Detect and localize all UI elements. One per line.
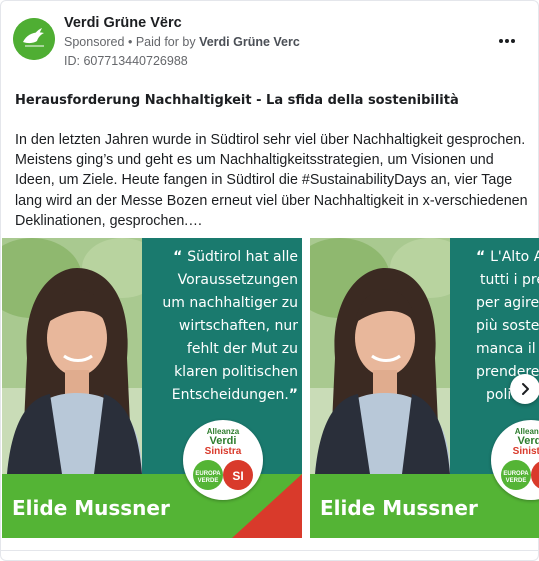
open-quote-icon: “ xyxy=(173,249,188,265)
carousel-next-button[interactable] xyxy=(510,374,539,404)
ad-card: Verdi Grüne Vërc Sponsored • Paid for by… xyxy=(0,0,539,561)
quote-line: L'Alto A xyxy=(490,249,539,265)
quote-line: più sosten xyxy=(476,318,539,334)
ad-id: ID: 607713440726988 xyxy=(64,54,188,68)
post-headline: Herausforderung Nachhaltigkeit - La sfid… xyxy=(15,93,459,108)
logo-line3: Sinistra xyxy=(513,446,539,457)
logo-si: SI xyxy=(232,469,243,483)
logo-verde: VERDE xyxy=(506,478,527,484)
more-horizontal-icon xyxy=(499,39,503,43)
more-options-button[interactable] xyxy=(495,31,519,51)
candidate-name: Elide Mussner xyxy=(320,496,478,520)
logo-europa: EUROPA xyxy=(195,471,221,477)
sponsored-line: Sponsored • Paid for by Verdi Grüne Verc xyxy=(64,35,300,49)
candidate-name: Elide Mussner xyxy=(12,496,170,520)
quote-line: tutti i pres xyxy=(480,272,539,288)
carousel-slide[interactable]: “ L'Alto A tutti i pres per agire più so… xyxy=(310,238,539,538)
quote-line: manca il co xyxy=(476,341,539,357)
quote-line: klaren politischen xyxy=(174,364,298,380)
alleanza-logo-icon: Alleanza Verdi Sinistra EUROPA VERDE SI xyxy=(184,421,262,499)
logo-europa: EUROPA xyxy=(503,471,529,477)
sponsored-label: Sponsored xyxy=(64,35,125,49)
quote-line: Voraussetzungen xyxy=(177,272,298,288)
page-name[interactable]: Verdi Grüne Vërc xyxy=(64,15,182,31)
quote-line: Entscheidungen. xyxy=(171,387,289,403)
more-horizontal-icon-dot xyxy=(505,39,509,43)
logo-line3: Sinistra xyxy=(205,446,242,457)
quote-line: fehlt der Mut zu xyxy=(186,341,298,357)
party-logo: Alleanza Verdi Sinistra EUROPA VERDE SI xyxy=(183,420,263,500)
dove-logo-icon xyxy=(13,18,55,60)
carousel-slide[interactable]: “ Südtirol hat alle Voraussetzungen um n… xyxy=(2,238,302,538)
page-avatar[interactable] xyxy=(13,18,55,60)
quote-line: Südtirol hat alle xyxy=(187,249,298,265)
divider xyxy=(1,550,539,551)
post-body: In den letzten Jahren wurde in Südtirol … xyxy=(15,132,528,229)
image-carousel[interactable]: “ Südtirol hat alle Voraussetzungen um n… xyxy=(1,238,539,538)
paid-for-by-link[interactable]: Verdi Grüne Verc xyxy=(199,35,300,49)
close-quote-icon: ” xyxy=(288,387,298,403)
quote-line: um nachhaltiger zu xyxy=(162,295,298,311)
separator: • xyxy=(127,35,133,49)
quote-line: wirtschaften, nur xyxy=(178,318,298,334)
paid-for-prefix: Paid for by xyxy=(135,35,196,49)
quote-text: “ Südtirol hat alle Voraussetzungen um n… xyxy=(148,246,298,407)
chevron-right-icon xyxy=(522,383,529,395)
open-quote-icon: “ xyxy=(476,249,491,265)
more-horizontal-icon-dot xyxy=(511,39,515,43)
quote-line: per agire xyxy=(476,295,539,311)
logo-verde: VERDE xyxy=(198,478,219,484)
